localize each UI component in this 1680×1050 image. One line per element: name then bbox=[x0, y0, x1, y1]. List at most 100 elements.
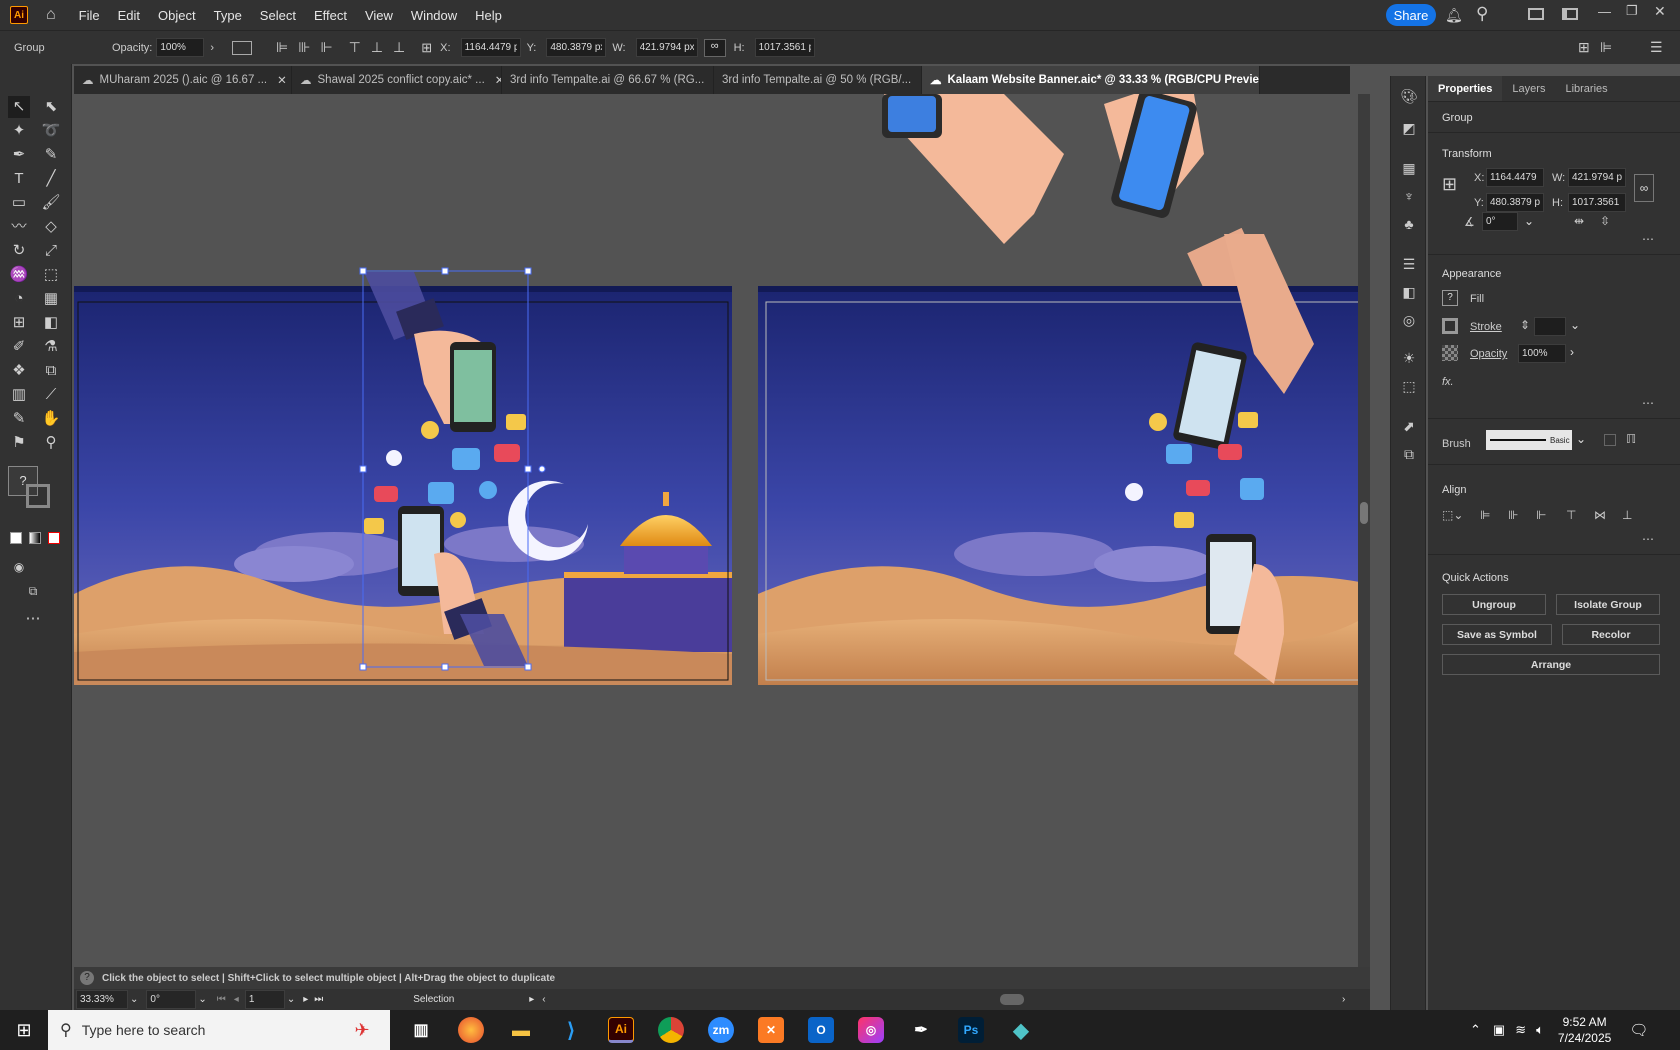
reference-point-icon[interactable]: ⊞ bbox=[1442, 174, 1457, 195]
brushes-icon[interactable]: ♆ bbox=[1399, 186, 1419, 206]
tab-close-icon[interactable]: ✕ bbox=[485, 73, 501, 87]
selection-tool-icon[interactable]: ↖ bbox=[8, 96, 30, 118]
scroll-left-icon[interactable]: ‹ bbox=[542, 994, 545, 1005]
clock-time[interactable]: 9:52 AM bbox=[1558, 1014, 1611, 1030]
wifi-icon[interactable]: ≋ bbox=[1515, 1022, 1526, 1038]
stroke-swatch[interactable] bbox=[26, 484, 50, 508]
color-guide-icon[interactable]: ◩ bbox=[1399, 118, 1419, 138]
clock-date[interactable]: 7/24/2025 bbox=[1558, 1030, 1611, 1046]
transform-y-input[interactable] bbox=[1486, 193, 1544, 212]
stroke-swatch[interactable] bbox=[1442, 318, 1458, 334]
ungroup-button[interactable]: Ungroup bbox=[1442, 594, 1546, 615]
stroke-label[interactable]: Stroke bbox=[1470, 321, 1502, 333]
opacity-input[interactable] bbox=[156, 38, 205, 57]
notifications-icon[interactable]: 🗨︎ bbox=[1629, 1021, 1648, 1039]
home-icon[interactable]: ⌂ bbox=[46, 6, 56, 24]
opacity-input[interactable] bbox=[1518, 344, 1566, 363]
menu-object[interactable]: Object bbox=[149, 8, 205, 23]
tab-libraries[interactable]: Libraries bbox=[1555, 76, 1617, 101]
align-bottom-icon[interactable]: ⊥ bbox=[1622, 508, 1632, 522]
bell-icon[interactable]: 🔔︎ bbox=[1445, 7, 1463, 24]
artboard-tool-icon[interactable]: ⧉ bbox=[40, 360, 62, 382]
tab-close-icon[interactable]: ✕ bbox=[911, 73, 921, 87]
constrain-link-icon[interactable]: ∞ bbox=[1634, 174, 1654, 202]
transform-h-input[interactable] bbox=[1568, 193, 1626, 212]
isolate-group-button[interactable]: Isolate Group bbox=[1556, 594, 1660, 615]
document-tab-5[interactable]: ☁ Kalaam Website Banner.aic* @ 33.33 % (R… bbox=[922, 66, 1260, 94]
appearance-more-icon[interactable]: ⋯ bbox=[1642, 396, 1654, 410]
hand-tool-icon[interactable]: ✋ bbox=[40, 408, 62, 430]
color-panel-icon[interactable]: 🎨︎ bbox=[1399, 86, 1419, 106]
document-tab-3[interactable]: 3rd info Tempalte.ai @ 66.67 % (RG...✕ bbox=[502, 66, 714, 94]
status-menu-icon[interactable]: ▸ bbox=[529, 994, 534, 1005]
align-to-icon[interactable]: ⬚⌄ bbox=[1442, 508, 1463, 522]
draw-mode-icon[interactable]: ◉ bbox=[8, 556, 30, 578]
minimize-icon[interactable]: — bbox=[1598, 4, 1611, 19]
brush-options-icon[interactable] bbox=[1604, 434, 1616, 446]
transform-w-input[interactable] bbox=[1568, 168, 1626, 187]
last-artboard-icon[interactable]: ⏭ bbox=[314, 994, 323, 1005]
rotate-tool-icon[interactable]: ↻ bbox=[8, 240, 30, 262]
type-tool-icon[interactable]: T bbox=[8, 168, 30, 190]
align-left-icon[interactable]: ⊫ bbox=[276, 39, 288, 56]
warp-tool-icon[interactable]: ♒ bbox=[8, 264, 30, 286]
outlook-icon[interactable]: O bbox=[808, 1017, 834, 1043]
menu-type[interactable]: Type bbox=[205, 8, 251, 23]
blend-tool-icon[interactable]: ⚗ bbox=[40, 336, 62, 358]
rotation-input[interactable] bbox=[146, 990, 197, 1009]
menu-select[interactable]: Select bbox=[251, 8, 305, 23]
zoom-icon[interactable]: zm bbox=[708, 1017, 734, 1043]
horizontal-scroll-thumb[interactable] bbox=[1000, 994, 1024, 1005]
zoom-dropdown-icon[interactable]: ⌄ bbox=[130, 994, 138, 1005]
next-artboard-icon[interactable]: ▸ bbox=[303, 994, 308, 1005]
vertical-scroll-thumb[interactable] bbox=[1360, 502, 1368, 524]
menu-view[interactable]: View bbox=[356, 8, 402, 23]
brush-selector[interactable]: Basic bbox=[1486, 430, 1572, 450]
stroke-panel-icon[interactable]: ☰ bbox=[1399, 254, 1419, 274]
artboard-2[interactable] bbox=[758, 234, 1370, 685]
graphic-styles-icon[interactable]: ⬚ bbox=[1399, 376, 1419, 396]
eraser-icon[interactable]: ◇ bbox=[40, 216, 62, 238]
export-icon[interactable]: ⬈ bbox=[1399, 416, 1419, 436]
rectangle-tool-icon[interactable]: ▭ bbox=[8, 192, 30, 214]
file-explorer-icon[interactable]: ▬ bbox=[503, 1012, 539, 1048]
tab-close-icon[interactable]: ✕ bbox=[704, 73, 713, 87]
rotation-dropdown-icon[interactable]: ⌄ bbox=[198, 994, 206, 1005]
more-tools-icon[interactable]: ⋯ bbox=[22, 608, 44, 630]
arrange-icon[interactable] bbox=[1528, 8, 1544, 20]
pen-tool-app-icon[interactable]: ✒ bbox=[903, 1012, 939, 1048]
symbol-sprayer-icon[interactable]: ❖ bbox=[8, 360, 30, 382]
taskbar-search[interactable]: ⚲ Type here to search bbox=[48, 1010, 334, 1050]
x-input[interactable] bbox=[460, 38, 521, 57]
share-button[interactable]: Share bbox=[1386, 4, 1436, 26]
angle-dropdown-icon[interactable]: ⌄ bbox=[1524, 214, 1534, 228]
puppet-warp-icon[interactable]: ⚑ bbox=[8, 432, 30, 454]
symbols-icon[interactable]: ♣ bbox=[1399, 214, 1419, 234]
align-options-icon[interactable]: ⊫ bbox=[1600, 39, 1612, 56]
volume-icon[interactable]: 🔈︎ bbox=[1536, 1022, 1544, 1038]
fill-swatch[interactable]: ? bbox=[1442, 290, 1458, 306]
chrome-icon[interactable] bbox=[658, 1017, 684, 1043]
zoom-tool-icon[interactable]: ⚲ bbox=[40, 432, 62, 454]
diamond-app-icon[interactable]: ◆ bbox=[1003, 1012, 1039, 1048]
free-transform-icon[interactable]: ⬚ bbox=[40, 264, 62, 286]
creative-cloud-icon[interactable]: ◎ bbox=[858, 1017, 884, 1043]
mesh-tool-icon[interactable]: ⊞ bbox=[8, 312, 30, 334]
link-icon[interactable]: ∞ bbox=[703, 38, 726, 57]
lasso-icon[interactable]: ➰ bbox=[40, 120, 62, 142]
chevron-right-icon[interactable]: › bbox=[210, 42, 214, 54]
recolor-button[interactable]: Recolor bbox=[1562, 624, 1660, 645]
gradient-tool-icon[interactable]: ◧ bbox=[40, 312, 62, 334]
prev-artboard-icon[interactable]: ◂ bbox=[234, 994, 239, 1005]
arrange-button[interactable]: Arrange bbox=[1442, 654, 1660, 675]
search-icon[interactable]: ⚲ bbox=[1476, 4, 1488, 24]
xampp-icon[interactable]: ✕ bbox=[758, 1017, 784, 1043]
style-icon[interactable] bbox=[232, 40, 253, 55]
tray-network-icon[interactable]: ▣ bbox=[1493, 1022, 1505, 1038]
eyedropper-alt-icon[interactable]: ✎ bbox=[8, 408, 30, 430]
align-bottom-icon[interactable]: ⊥ bbox=[393, 39, 405, 56]
magic-wand-icon[interactable]: ✦ bbox=[8, 120, 30, 142]
menu-icon[interactable]: ☰ bbox=[1650, 39, 1663, 56]
y-input[interactable] bbox=[546, 38, 607, 57]
w-input[interactable] bbox=[635, 38, 698, 57]
